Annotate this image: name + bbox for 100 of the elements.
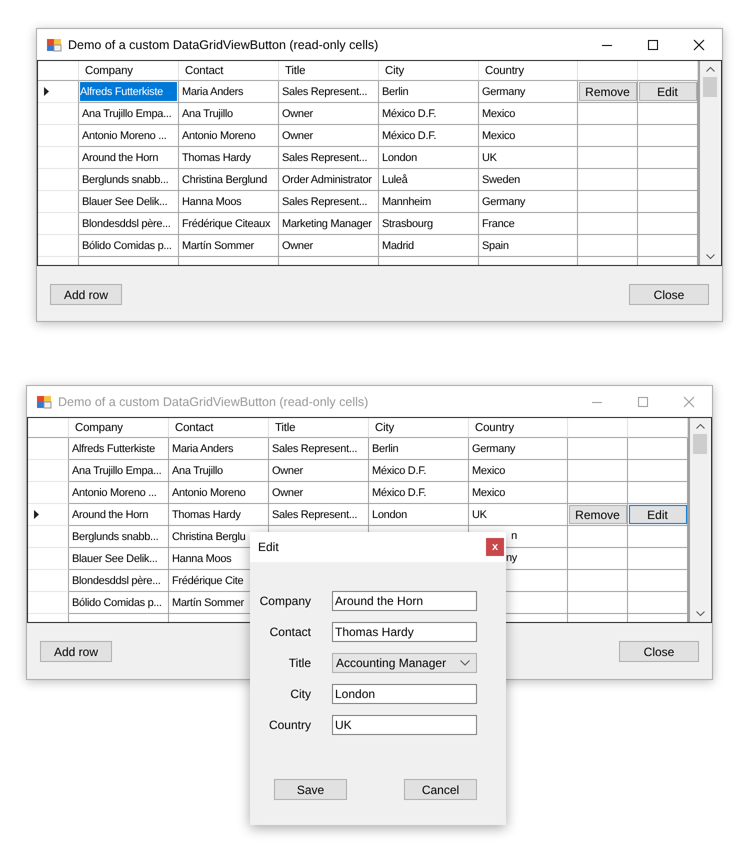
- window-title: Demo of a custom DataGridViewButton (read-only cells): [58, 394, 368, 408]
- scrollbar-thumb[interactable]: [693, 434, 707, 454]
- x-button[interactable]: x: [486, 538, 504, 556]
- table-cell: Germany: [469, 438, 568, 460]
- table-cell: Blauer See Delik...: [69, 548, 169, 570]
- column-header: [568, 418, 628, 438]
- table-cell: [578, 147, 638, 169]
- table-cell: France: [479, 213, 578, 235]
- table-cell: [568, 570, 628, 592]
- table-cell: Ana Trujillo: [169, 460, 269, 482]
- scrollbar[interactable]: [698, 61, 720, 265]
- push-button[interactable]: Add row: [50, 284, 122, 305]
- column-header[interactable]: City: [379, 61, 479, 81]
- table-cell: Owner: [279, 103, 379, 125]
- table-cell: Ana Trujillo Empa...: [69, 460, 169, 482]
- table-cell: Mannheim: [379, 191, 479, 213]
- table-cell: Christina Berglund: [179, 169, 279, 191]
- row-pointer-icon[interactable]: [34, 510, 39, 519]
- table-cell: Thomas Hardy: [169, 504, 269, 526]
- table-cell: Mexico: [479, 125, 578, 147]
- table-cell: UK: [469, 504, 568, 526]
- scroll-down-icon[interactable]: [706, 254, 714, 260]
- table-cell: Antonio Moreno: [179, 125, 279, 147]
- table-cell: Antonio Moreno ...: [79, 125, 179, 147]
- grid-button[interactable]: Remove: [568, 505, 626, 524]
- grid-button[interactable]: Edit: [638, 82, 696, 101]
- table-cell: Antonio Moreno: [169, 482, 269, 504]
- table-cell: Alfreds Futterkiste: [79, 81, 179, 103]
- table-cell: Thomas Hardy: [179, 147, 279, 169]
- column-header: [28, 418, 69, 438]
- column-header[interactable]: Company: [79, 61, 179, 81]
- table-cell: Bólido Comidas p...: [69, 592, 169, 614]
- grid-button[interactable]: Edit: [628, 505, 686, 524]
- field-label: Contact: [268, 625, 311, 639]
- input-field[interactable]: Around the Horn: [332, 591, 477, 611]
- table-cell: Hanna Moos: [179, 191, 279, 213]
- row-pointer-icon[interactable]: [44, 87, 49, 96]
- table-cell: Sales Represent...: [269, 438, 369, 460]
- scrollbar-thumb[interactable]: [703, 77, 717, 97]
- scroll-down-icon[interactable]: [696, 611, 704, 617]
- table-cell: México D.F.: [379, 125, 479, 147]
- push-button[interactable]: Save: [274, 779, 347, 800]
- push-button[interactable]: Cancel: [404, 779, 477, 800]
- column-header: [38, 61, 79, 81]
- table-cell: Sales Represent...: [279, 191, 379, 213]
- dropdown[interactable]: Accounting Manager: [332, 653, 477, 673]
- close-icon[interactable]: [693, 38, 705, 50]
- table-cell: México D.F.: [369, 482, 469, 504]
- table-cell: Marketing Manager: [279, 213, 379, 235]
- push-button[interactable]: Close: [629, 284, 709, 305]
- table-cell: Berglunds snabb...: [79, 169, 179, 191]
- table-cell: Berglunds snabb...: [69, 526, 169, 548]
- table-cell: Antonio Moreno ...: [69, 482, 169, 504]
- table-cell: Luleå: [379, 169, 479, 191]
- table-cell: [578, 191, 638, 213]
- table-cell: Martín Sommer: [179, 235, 279, 257]
- table-cell: Sales Represent...: [279, 147, 379, 169]
- table-cell: London: [369, 504, 469, 526]
- table-cell: Around the Horn: [69, 504, 169, 526]
- table-cell: Maria Anders: [169, 438, 269, 460]
- table-cell: Order Administrator: [279, 169, 379, 191]
- table-cell: México D.F.: [379, 103, 479, 125]
- table-cell: [568, 548, 628, 570]
- scroll-up-icon[interactable]: [706, 66, 714, 72]
- table-cell: Bólido Comidas p...: [79, 235, 179, 257]
- scroll-up-icon[interactable]: [696, 423, 704, 429]
- column-header[interactable]: Country: [479, 61, 578, 81]
- table-cell: Owner: [269, 460, 369, 482]
- table-cell: Alfreds Futterkiste: [69, 438, 169, 460]
- table-cell: Madrid: [379, 235, 479, 257]
- table-cell: [568, 460, 628, 482]
- table-cell: Maria Anders: [179, 81, 279, 103]
- grid-button[interactable]: Remove: [578, 82, 636, 101]
- table-cell: London: [379, 147, 479, 169]
- input-field[interactable]: London: [332, 684, 477, 704]
- input-field[interactable]: Thomas Hardy: [332, 622, 477, 642]
- field-label: Country: [268, 718, 311, 732]
- table-cell: Berlin: [369, 438, 469, 460]
- row-header[interactable]: [38, 81, 79, 103]
- maximize-icon[interactable]: [647, 38, 659, 50]
- window-title: Demo of a custom DataGridViewButton (read-only cells): [68, 38, 378, 52]
- table-cell: Owner: [279, 235, 379, 257]
- input-field[interactable]: UK: [332, 715, 477, 735]
- field-label: City: [289, 687, 311, 701]
- table-cell: México D.F.: [369, 460, 469, 482]
- column-header[interactable]: Title: [279, 61, 379, 81]
- table-cell: Mexico: [469, 460, 568, 482]
- column-header[interactable]: Contact: [179, 61, 279, 81]
- table-cell: Germany: [479, 81, 578, 103]
- table-cell: Mexico: [479, 103, 578, 125]
- table-cell: [578, 125, 638, 147]
- table-cell: [568, 438, 628, 460]
- table-cell: Blondesddsl père...: [79, 213, 179, 235]
- table-cell: Strasbourg: [379, 213, 479, 235]
- chevron-down-icon[interactable]: [460, 660, 470, 666]
- table-cell: Mexico: [469, 482, 568, 504]
- table-cell: Owner: [269, 482, 369, 504]
- field-label: Title: [288, 656, 311, 670]
- table-cell: [578, 169, 638, 191]
- table-cell: Ana Trujillo Empa...: [79, 103, 179, 125]
